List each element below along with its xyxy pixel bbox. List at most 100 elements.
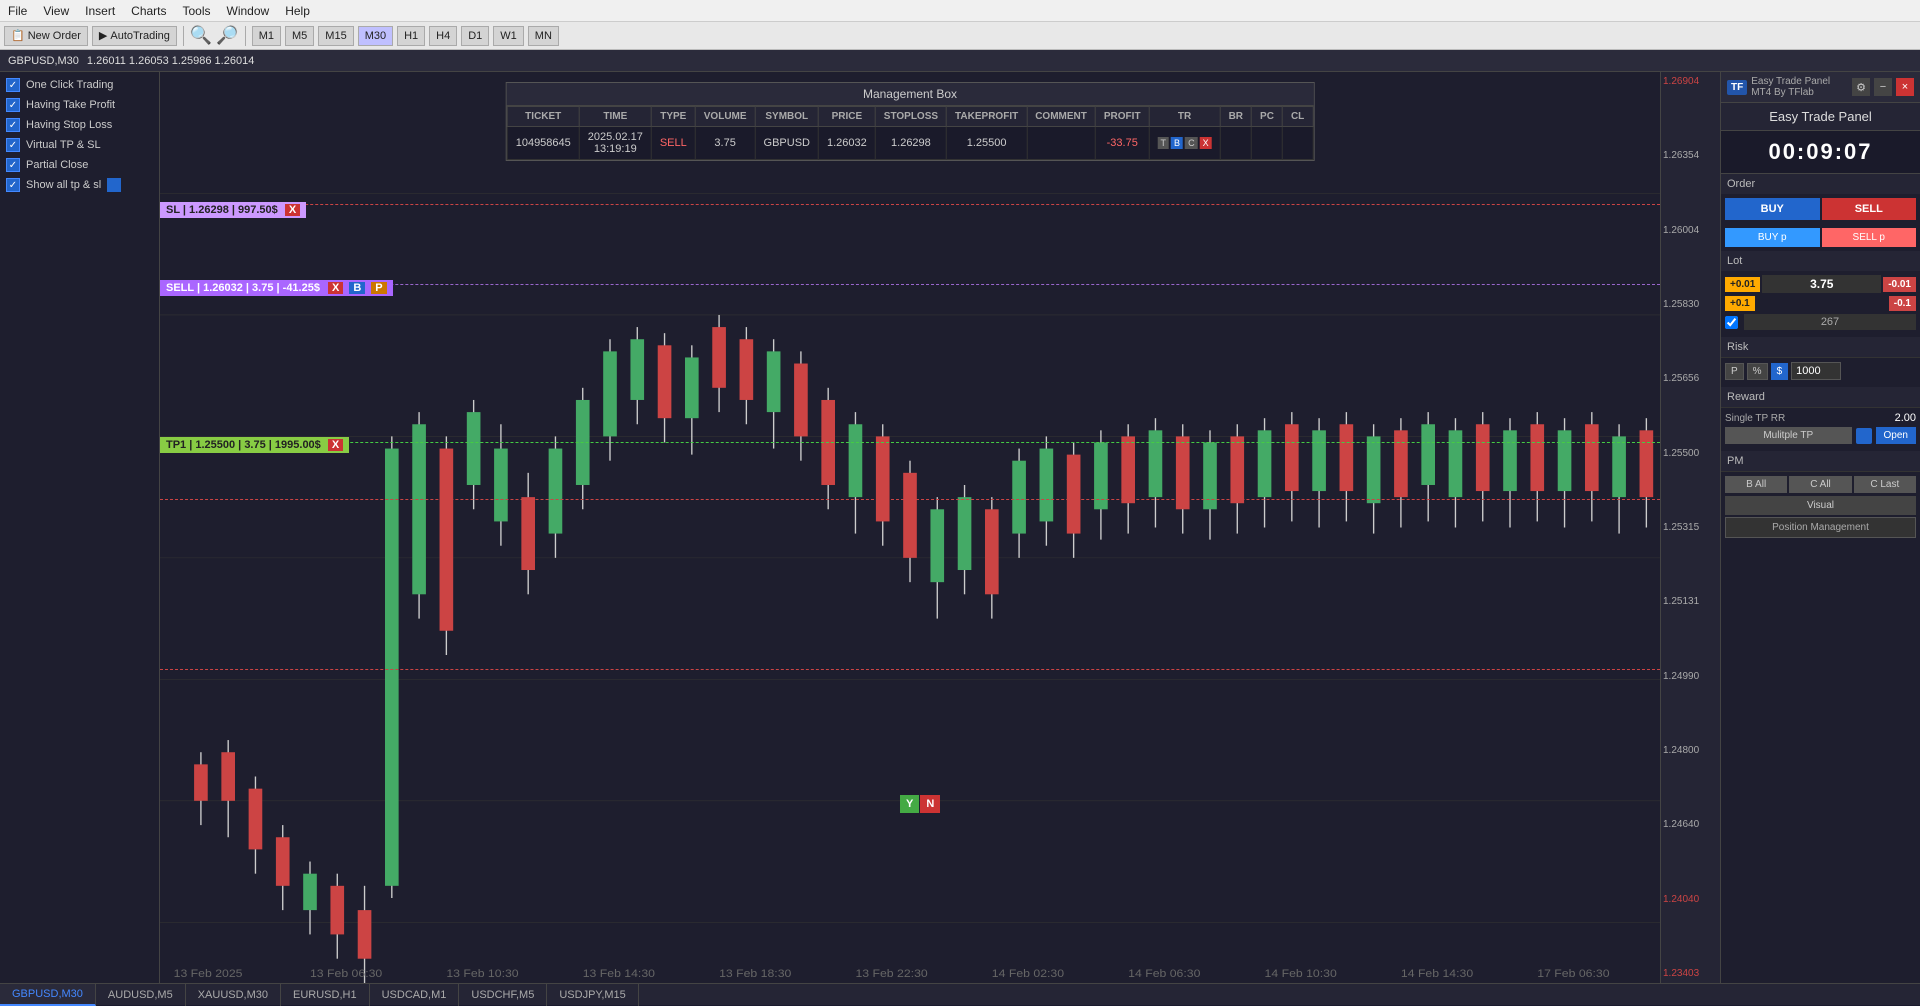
zoom-out-icon[interactable]: 🔎 — [216, 25, 238, 46]
tf-m30[interactable]: M30 — [358, 26, 393, 46]
htp-checkbox-row[interactable]: ✓ Having Take Profit — [6, 98, 153, 112]
management-box-title: Management Box — [507, 83, 1314, 106]
tf-d1[interactable]: D1 — [461, 26, 489, 46]
menu-tools[interactable]: Tools — [183, 4, 211, 18]
sell-button[interactable]: SELL — [1822, 198, 1917, 220]
buy-button[interactable]: BUY — [1725, 198, 1820, 220]
tf-w1[interactable]: W1 — [493, 26, 524, 46]
btn-c[interactable]: C — [1185, 137, 1198, 149]
htp-checkbox[interactable]: ✓ — [6, 98, 20, 112]
tab-usdcad-m1[interactable]: USDCAD,M1 — [370, 984, 460, 1006]
tab-usdjpy-m15[interactable]: USDJPY,M15 — [547, 984, 638, 1006]
oct-checkbox[interactable]: ✓ — [6, 78, 20, 92]
new-order-button[interactable]: 📋 New Order — [4, 26, 88, 46]
visual-button[interactable]: Visual — [1725, 496, 1916, 515]
open-button[interactable]: Open — [1876, 427, 1916, 444]
price-5: 1.25656 — [1663, 373, 1718, 384]
tab-eurusd-h1[interactable]: EURUSD,H1 — [281, 984, 370, 1006]
tf-mn[interactable]: MN — [528, 26, 559, 46]
menu-insert[interactable]: Insert — [85, 4, 115, 18]
autotrading-button[interactable]: ▶ AutoTrading — [92, 26, 177, 46]
confirm-yes-button[interactable]: Y — [900, 795, 919, 813]
sell-close-btn[interactable]: X — [328, 282, 343, 294]
multiple-tp-button[interactable]: Mulitple TP — [1725, 427, 1852, 444]
b-all-button[interactable]: B All — [1725, 476, 1787, 493]
col-pc: PC — [1252, 107, 1283, 127]
multiple-tp-toggle[interactable] — [1856, 428, 1872, 444]
confirm-no-button[interactable]: N — [920, 795, 940, 813]
tf-m1[interactable]: M1 — [252, 26, 281, 46]
risk-options-row: P % $ — [1725, 362, 1916, 380]
zoom-in-icon[interactable]: 🔍 — [190, 25, 212, 46]
oct-checkbox-row[interactable]: ✓ One Click Trading — [6, 78, 153, 92]
tab-gbpusd-m30[interactable]: GBPUSD,M30 — [0, 984, 96, 1006]
risk-value-input[interactable] — [1791, 362, 1841, 380]
pm-section-label: PM — [1721, 451, 1920, 471]
trading-finder-logo: TF — [1727, 80, 1747, 95]
lot-minus-01-btn[interactable]: -0.1 — [1889, 296, 1916, 311]
color-picker-btn[interactable] — [107, 178, 121, 192]
etp-title: Easy Trade Panel — [1721, 103, 1920, 131]
red-line-2 — [160, 669, 1660, 670]
menu-charts[interactable]: Charts — [131, 4, 166, 18]
position-management-button[interactable]: Position Management — [1725, 517, 1916, 538]
cell-price: 1.26032 — [819, 127, 876, 160]
vtpsl-checkbox[interactable]: ✓ — [6, 138, 20, 152]
lot-minus-001-btn[interactable]: -0.01 — [1883, 277, 1916, 292]
sl-label: SL | 1.26298 | 997.50$ X — [160, 202, 306, 218]
sell-b-btn[interactable]: B — [349, 282, 365, 294]
etp-close-btn[interactable]: × — [1896, 78, 1914, 96]
etp-minimize-btn[interactable]: − — [1874, 78, 1892, 96]
single-tp-value: 2.00 — [1895, 412, 1916, 424]
tab-usdchf-m5[interactable]: USDCHF,M5 — [459, 984, 547, 1006]
risk-dollar-btn[interactable]: $ — [1771, 363, 1789, 380]
c-last-button[interactable]: C Last — [1854, 476, 1916, 493]
lot-number-row: 267 — [1725, 314, 1916, 330]
sl-close-btn[interactable]: X — [285, 204, 300, 216]
satpsl-checkbox-row[interactable]: ✓ Show all tp & sl — [6, 178, 153, 192]
price-9: 1.24990 — [1663, 671, 1718, 682]
lot-number-display: 267 — [1744, 314, 1916, 330]
time-label-2: 13 Feb 10:30 — [446, 968, 518, 980]
lot-plus-001-btn[interactable]: +0.01 — [1725, 277, 1760, 292]
risk-p-btn[interactable]: P — [1725, 363, 1744, 380]
c-all-button[interactable]: C All — [1789, 476, 1851, 493]
tf-m15[interactable]: M15 — [318, 26, 353, 46]
etp-settings-btn[interactable]: ⚙ — [1852, 78, 1870, 96]
menu-window[interactable]: Window — [227, 4, 270, 18]
menu-file[interactable]: File — [8, 4, 27, 18]
satpsl-checkbox[interactable]: ✓ — [6, 178, 20, 192]
hsl-checkbox[interactable]: ✓ — [6, 118, 20, 132]
lot-checkbox[interactable] — [1725, 316, 1738, 329]
pc-checkbox-row[interactable]: ✓ Partial Close — [6, 158, 153, 172]
vtpsl-checkbox-row[interactable]: ✓ Virtual TP & SL — [6, 138, 153, 152]
cell-volume: 3.75 — [695, 127, 755, 160]
pc-checkbox[interactable]: ✓ — [6, 158, 20, 172]
btn-b[interactable]: B — [1171, 137, 1183, 149]
cell-symbol: GBPUSD — [755, 127, 818, 160]
risk-pct-btn[interactable]: % — [1747, 363, 1768, 380]
sell-p-btn[interactable]: P — [371, 282, 386, 294]
lot-section: +0.01 3.75 -0.01 +0.1 -0.1 267 — [1721, 271, 1920, 337]
tf-h1[interactable]: H1 — [397, 26, 425, 46]
menu-view[interactable]: View — [43, 4, 69, 18]
btn-x[interactable]: X — [1200, 137, 1212, 149]
lot-plus-01-btn[interactable]: +0.1 — [1725, 296, 1755, 311]
cell-comment — [1027, 127, 1096, 160]
sell-pending-button[interactable]: SELL p — [1822, 228, 1917, 247]
buy-pending-button[interactable]: BUY p — [1725, 228, 1820, 247]
tab-audusd-m5[interactable]: AUDUSD,M5 — [96, 984, 186, 1006]
chart-area[interactable]: Management Box TICKET TIME TYPE VOLUME S… — [160, 72, 1660, 983]
cell-type: SELL — [651, 127, 695, 160]
chart-canvas: 13 Feb 2025 13 Feb 06:30 13 Feb 10:30 13… — [160, 72, 1660, 983]
btn-t[interactable]: T — [1158, 137, 1170, 149]
tab-xauusd-m30[interactable]: XAUUSD,M30 — [186, 984, 281, 1006]
single-tp-label: Single TP RR — [1725, 413, 1891, 424]
hsl-checkbox-row[interactable]: ✓ Having Stop Loss — [6, 118, 153, 132]
lot-value-display: 3.75 — [1762, 275, 1881, 293]
tf-h4[interactable]: H4 — [429, 26, 457, 46]
tp-close-btn[interactable]: X — [328, 439, 343, 451]
menu-help[interactable]: Help — [285, 4, 310, 18]
toolbar: 📋 New Order ▶ AutoTrading 🔍 🔎 M1 M5 M15 … — [0, 22, 1920, 50]
tf-m5[interactable]: M5 — [285, 26, 314, 46]
